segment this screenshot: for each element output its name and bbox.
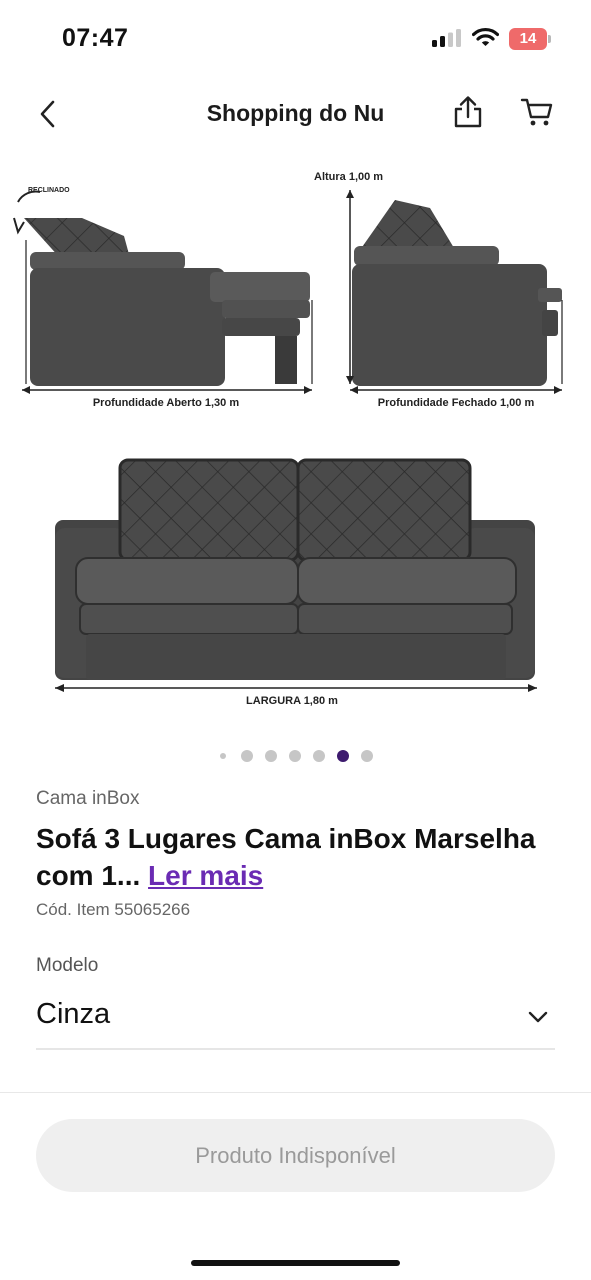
app-header: Shopping do Nu [0,80,591,148]
divider [0,1092,591,1093]
front-view [55,458,535,680]
battery-cap [548,35,551,43]
share-button[interactable] [448,92,488,132]
variant-selected-value: Cinza [36,998,111,1030]
status-bar: 07:47 14 [0,0,591,80]
share-icon [454,96,482,128]
home-indicator[interactable] [191,1260,400,1266]
product-title-text: Sofá 3 Lugares Cama inBox Marselha com 1… [36,823,536,891]
battery-icon: 14 [509,28,552,50]
label-depth-open: Profundidade Aberto 1,30 m [93,397,240,409]
cart-icon [520,98,553,126]
variant-label: Modelo [36,955,99,976]
item-code: Cód. Item 55065266 [36,900,191,919]
chevron-left-icon [40,100,55,128]
carousel-dot[interactable] [241,750,253,762]
label-width: LARGURA 1,80 m [246,695,338,707]
signal-icon [432,29,461,47]
read-more-link[interactable]: Ler mais [148,860,263,891]
cart-button[interactable] [516,92,558,132]
wifi-icon [472,27,499,46]
label-depth-closed: Profundidade Fechado 1,00 m [378,397,535,409]
carousel-dots[interactable] [0,748,591,764]
carousel-dot[interactable] [289,750,301,762]
side-view-open [13,190,310,386]
carousel-dot[interactable] [313,750,325,762]
carousel-dot[interactable] [220,753,226,759]
label-reclined: RECLINADO [28,187,70,194]
product-title: Sofá 3 Lugares Cama inBox Marselha com 1… [36,820,561,894]
carousel-dot-active[interactable] [337,750,349,762]
side-view-closed [352,200,562,386]
back-button[interactable] [28,94,68,134]
carousel-dot[interactable] [361,750,373,762]
product-image: RECLINADO Altura 1,00 m Profundidade Abe… [13,171,563,707]
variant-select[interactable]: Cinza [36,990,555,1050]
carousel-dot[interactable] [265,750,277,762]
product-image-gallery[interactable]: RECLINADO Altura 1,00 m Profundidade Abe… [0,160,591,730]
page-title: Shopping do Nu [206,100,385,126]
status-time: 07:47 [62,24,129,52]
unavailable-button[interactable]: Produto Indisponível [36,1119,555,1192]
chevron-down-icon [528,1011,548,1023]
label-height: Altura 1,00 m [314,171,383,183]
battery-level: 14 [519,30,537,47]
brand-name: Cama inBox [36,788,140,809]
